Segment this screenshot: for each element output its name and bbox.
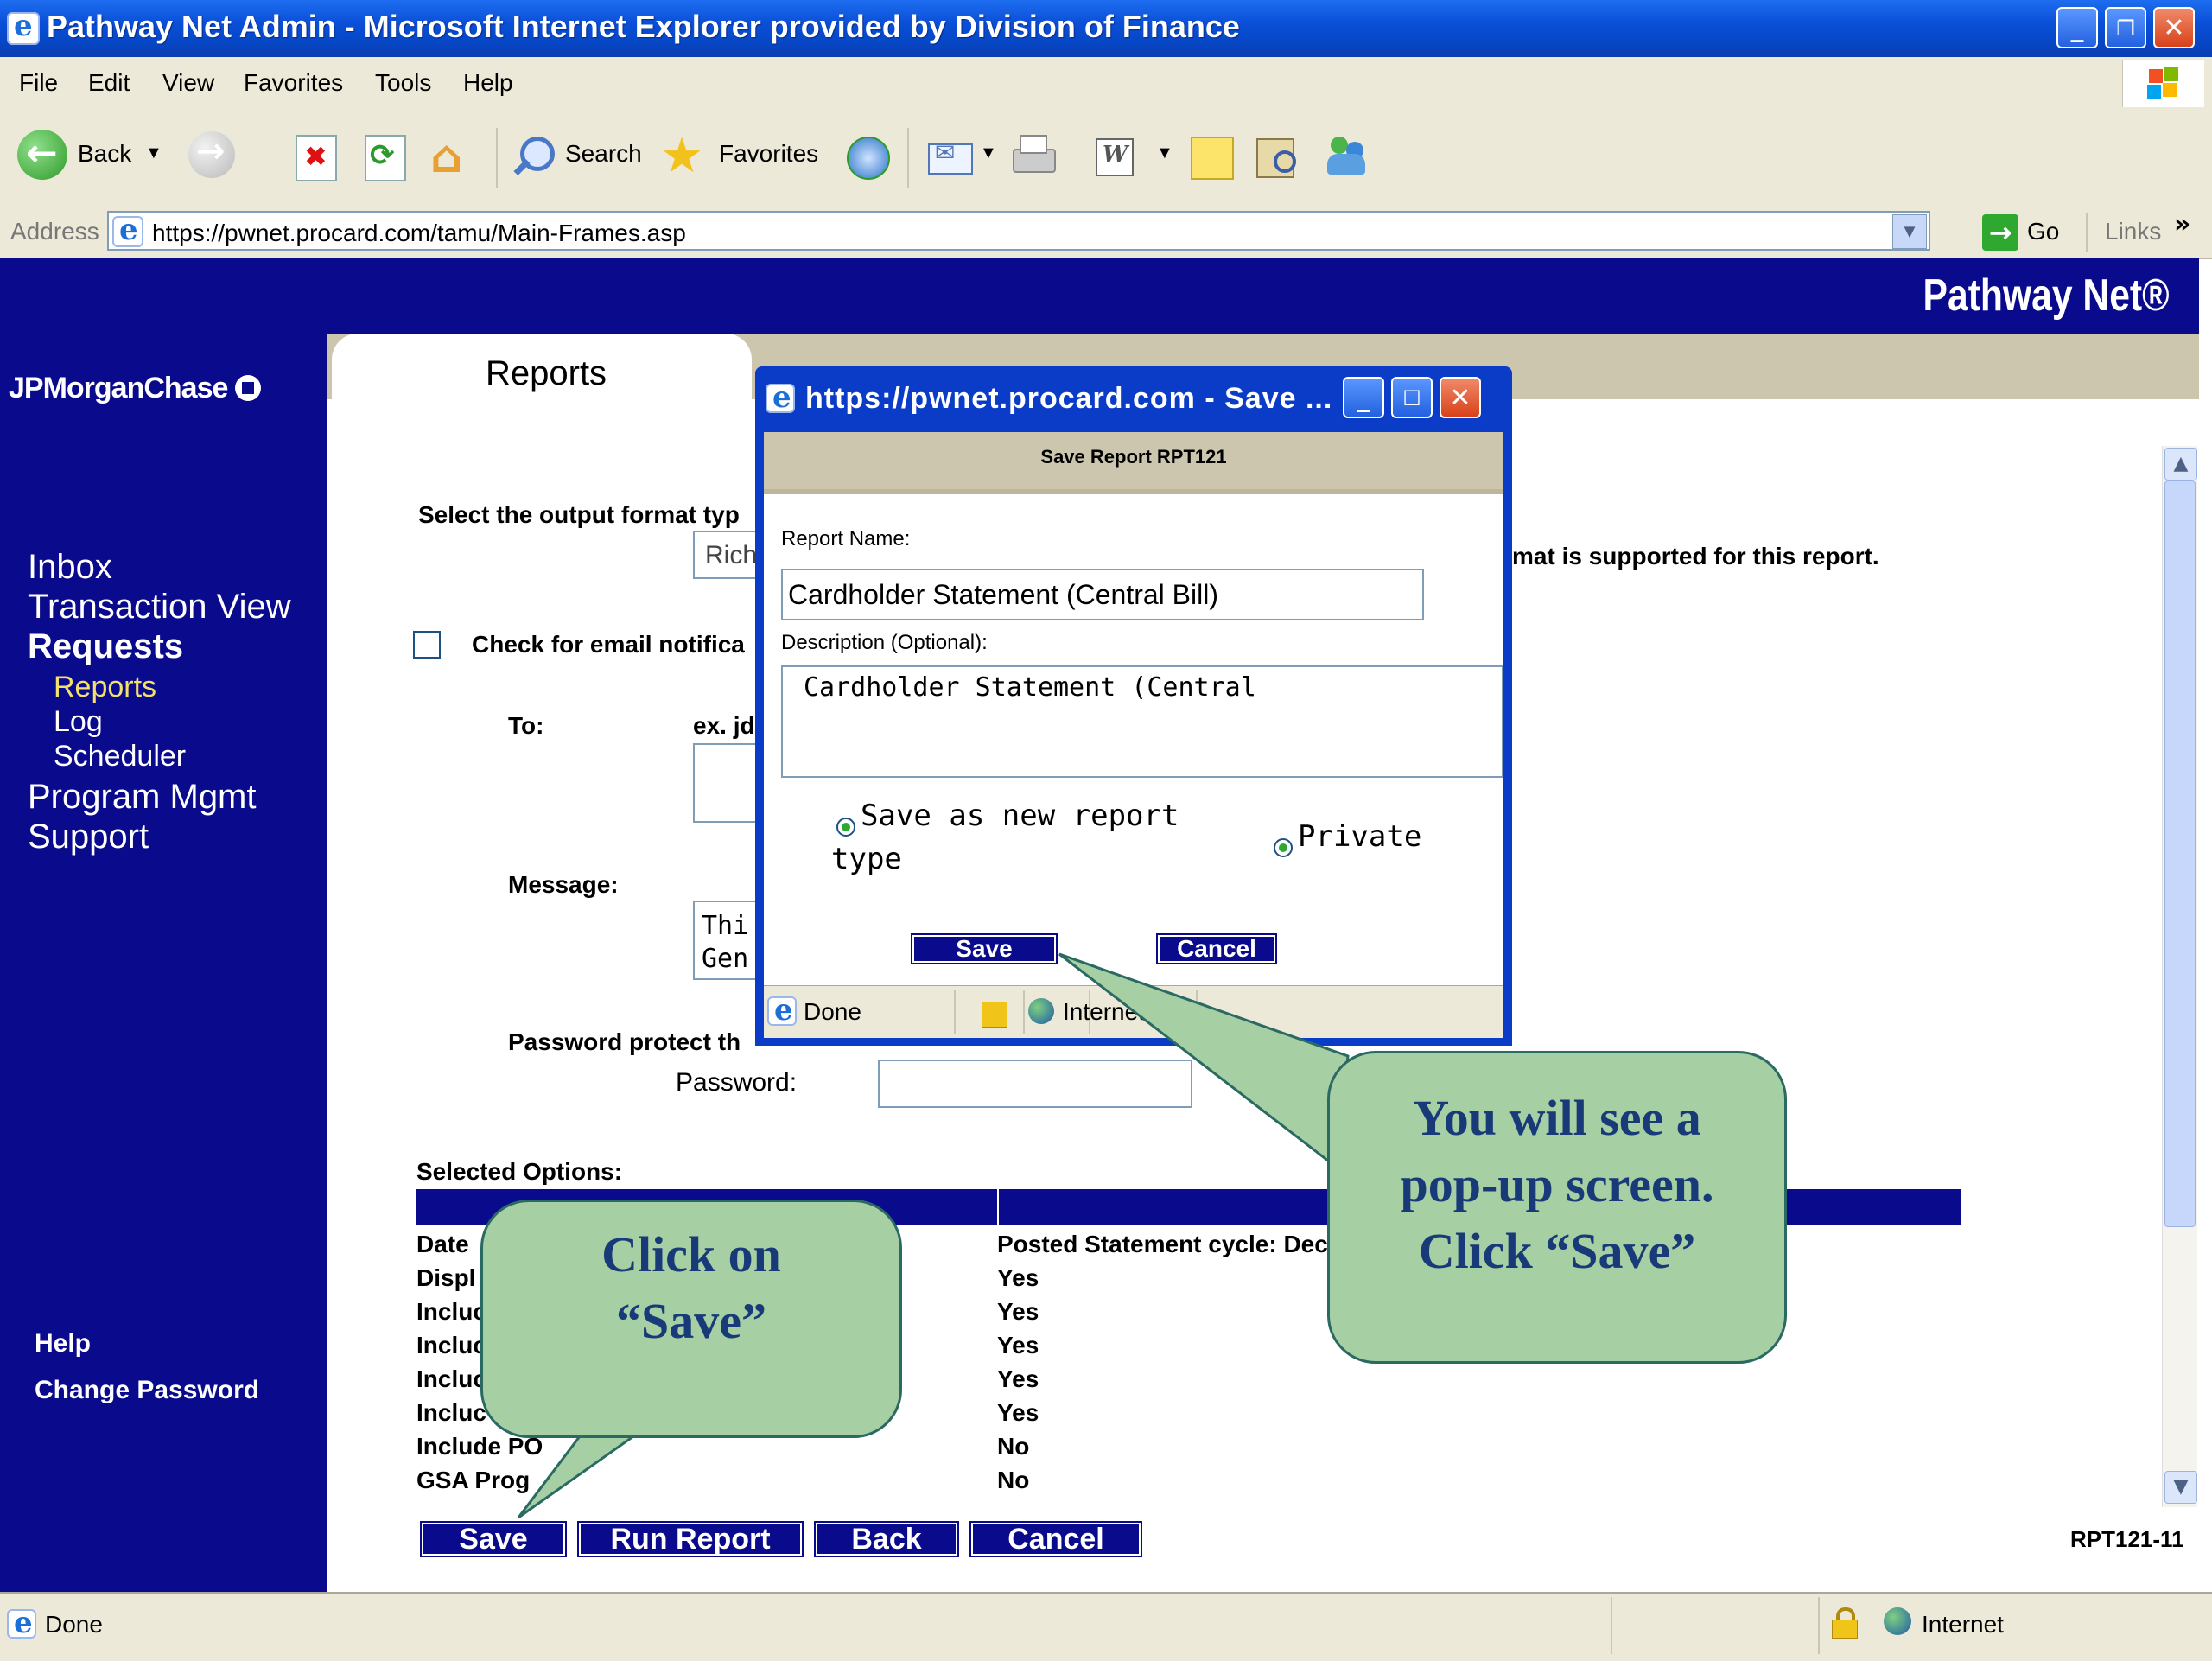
callout-line: You will see a xyxy=(1413,1090,1701,1146)
callout-line: Click “Save” xyxy=(1418,1223,1696,1280)
callout-line: Click on xyxy=(601,1226,781,1282)
callout-line: “Save” xyxy=(616,1293,766,1350)
callout-popup-save: You will see a pop-up screen. Click “Sav… xyxy=(1327,1051,1787,1364)
callout-pointers xyxy=(517,952,1350,1519)
callout-click-save: Click on “Save” xyxy=(480,1200,902,1438)
callout-line: pop-up screen. xyxy=(1400,1156,1714,1213)
